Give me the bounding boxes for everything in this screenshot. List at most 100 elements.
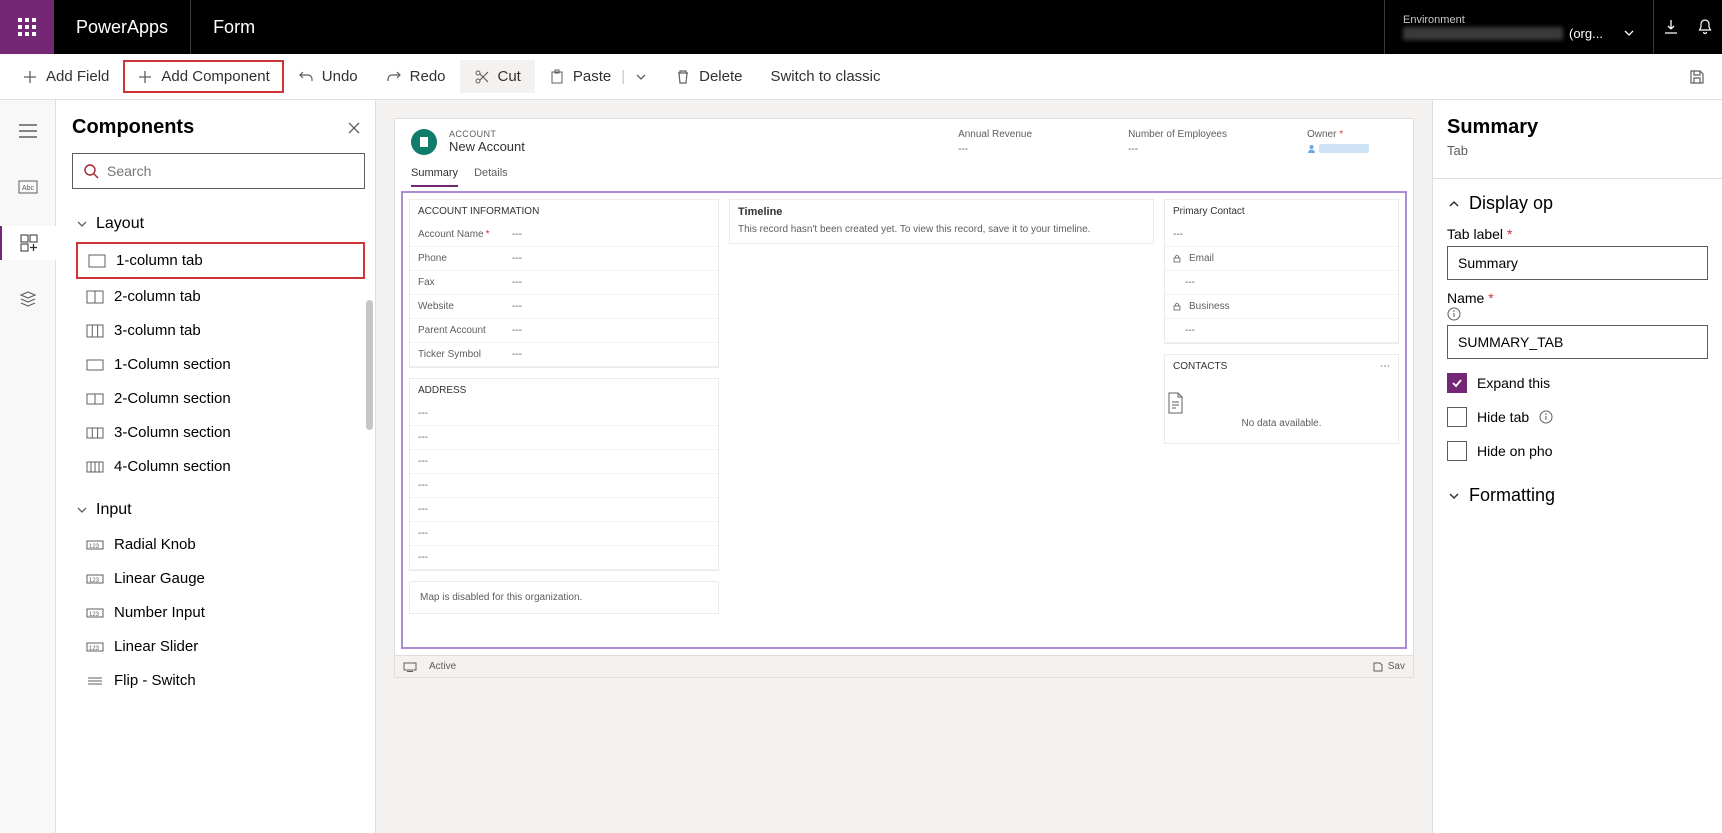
field-row[interactable]: --- [410, 498, 718, 522]
field-row[interactable]: Ticker Symbol--- [410, 343, 718, 367]
hide-phone-checkbox[interactable]: Hide on pho [1447, 441, 1708, 461]
svg-text:123: 123 [89, 612, 100, 618]
plus-icon [22, 69, 38, 85]
download-button[interactable] [1654, 18, 1688, 36]
paste-button[interactable]: Paste | [535, 60, 661, 93]
tree-rail-button[interactable] [0, 282, 56, 316]
component-3-column-section[interactable]: 3-Column section [76, 416, 365, 449]
svg-text:123: 123 [89, 544, 100, 550]
name-input[interactable] [1447, 325, 1708, 359]
field-row[interactable]: --- [410, 450, 718, 474]
top-bar: PowerApps Form Environment (org... [0, 0, 1722, 54]
delete-button[interactable]: Delete [661, 60, 756, 93]
map-section[interactable]: Map is disabled for this organization. [409, 581, 719, 614]
component-flip-switch[interactable]: Flip - Switch [76, 664, 365, 697]
notifications-button[interactable] [1688, 18, 1722, 36]
field-row[interactable]: --- [410, 402, 718, 426]
clipboard-icon [549, 69, 565, 85]
form-tab-details[interactable]: Details [474, 167, 508, 187]
environment-picker[interactable]: Environment (org... [1384, 0, 1654, 54]
field-row[interactable]: --- [410, 522, 718, 546]
contacts-section[interactable]: CONTACTS⋯ No data available. [1164, 354, 1399, 444]
component-1-column-tab[interactable]: 1-column tab [76, 242, 365, 279]
svg-text:123: 123 [89, 646, 100, 652]
field-row[interactable]: --- [410, 546, 718, 570]
scissors-icon [474, 69, 490, 85]
selected-tab-body[interactable]: ACCOUNT INFORMATION Account Name*--- Pho… [401, 191, 1407, 649]
brand-label: PowerApps [54, 0, 191, 54]
component-2-column-tab[interactable]: 2-column tab [76, 280, 365, 313]
component-radial-knob[interactable]: 123Radial Knob [76, 528, 365, 561]
chevron-up-icon [1447, 197, 1461, 211]
timeline-section[interactable]: Timeline This record hasn't been created… [729, 199, 1154, 244]
search-field[interactable] [107, 163, 354, 179]
tab-label-input[interactable] [1447, 246, 1708, 280]
form-canvas: ACCOUNT New Account Annual Revenue--- Nu… [376, 100, 1432, 833]
input-group-header[interactable]: Input [72, 493, 365, 527]
save-icon[interactable] [1372, 661, 1384, 673]
layout-group-header[interactable]: Layout [72, 207, 365, 241]
left-rail: Abc [0, 100, 56, 833]
input-icon: 123 [86, 640, 104, 654]
more-icon[interactable]: ⋯ [1380, 361, 1390, 372]
section-icon [86, 392, 104, 406]
command-bar: Add Field Add Component Undo Redo Cut Pa… [0, 54, 1722, 100]
section-icon [86, 426, 104, 440]
field-row[interactable]: Fax--- [410, 271, 718, 295]
waffle-icon [18, 18, 36, 36]
chevron-down-icon[interactable] [635, 71, 647, 83]
field-row[interactable]: --- [410, 474, 718, 498]
section-icon [86, 460, 104, 474]
component-linear-gauge[interactable]: 123Linear Gauge [76, 562, 365, 595]
address-section[interactable]: ADDRESS --- --- --- --- --- --- --- [409, 378, 719, 571]
hide-tab-checkbox[interactable]: Hide tab [1447, 407, 1708, 427]
chevron-down-icon [76, 504, 88, 516]
chevron-down-icon [76, 218, 88, 230]
field-row[interactable]: Website--- [410, 295, 718, 319]
switch-to-classic-button[interactable]: Switch to classic [756, 60, 894, 93]
search-input[interactable] [72, 153, 365, 189]
app-launcher-button[interactable] [0, 0, 54, 54]
device-icon [403, 662, 417, 672]
header-field: Owner * [1307, 129, 1397, 155]
field-row[interactable]: Parent Account--- [410, 319, 718, 343]
component-4-column-section[interactable]: 4-Column section [76, 450, 365, 483]
component-number-input[interactable]: 123Number Input [76, 596, 365, 629]
scrollbar-thumb[interactable] [366, 300, 373, 430]
document-icon [1165, 392, 1185, 414]
component-2-column-section[interactable]: 2-Column section [76, 382, 365, 415]
add-field-button[interactable]: Add Field [8, 60, 123, 93]
entity-label: ACCOUNT [449, 129, 525, 139]
form-tab-summary[interactable]: Summary [411, 167, 458, 187]
components-rail-button[interactable] [0, 226, 56, 260]
field-row[interactable]: Phone--- [410, 247, 718, 271]
primary-contact-section[interactable]: Primary Contact --- Email --- Business -… [1164, 199, 1399, 344]
component-linear-slider[interactable]: 123Linear Slider [76, 630, 365, 663]
undo-button[interactable]: Undo [284, 60, 372, 93]
close-panel-button[interactable] [343, 117, 365, 139]
fields-rail-button[interactable]: Abc [0, 170, 56, 204]
component-1-column-section[interactable]: 1-Column section [76, 348, 365, 381]
tab-icon [86, 290, 104, 304]
redo-button[interactable]: Redo [372, 60, 460, 93]
expand-checkbox[interactable]: Expand this [1447, 373, 1708, 393]
field-row[interactable]: --- [410, 426, 718, 450]
chevron-down-icon [1447, 489, 1461, 503]
search-icon [83, 163, 99, 179]
form-footer: Active Sav [395, 655, 1413, 677]
cut-button[interactable]: Cut [460, 60, 535, 93]
environment-suffix: (org... [1569, 26, 1603, 41]
lock-icon [1173, 255, 1181, 263]
add-component-button[interactable]: Add Component [123, 60, 283, 93]
property-panel: Summary Tab Display op Tab label * Name … [1432, 100, 1722, 833]
info-icon [1539, 410, 1553, 424]
formatting-header[interactable]: Formatting [1447, 485, 1708, 506]
field-row[interactable]: Account Name*--- [410, 223, 718, 247]
account-info-section[interactable]: ACCOUNT INFORMATION Account Name*--- Pho… [409, 199, 719, 368]
save-icon[interactable] [1688, 68, 1706, 86]
trash-icon [675, 69, 691, 85]
display-options-header[interactable]: Display op [1447, 193, 1708, 214]
form-preview: ACCOUNT New Account Annual Revenue--- Nu… [394, 118, 1414, 678]
hamburger-button[interactable] [0, 114, 56, 148]
component-3-column-tab[interactable]: 3-column tab [76, 314, 365, 347]
